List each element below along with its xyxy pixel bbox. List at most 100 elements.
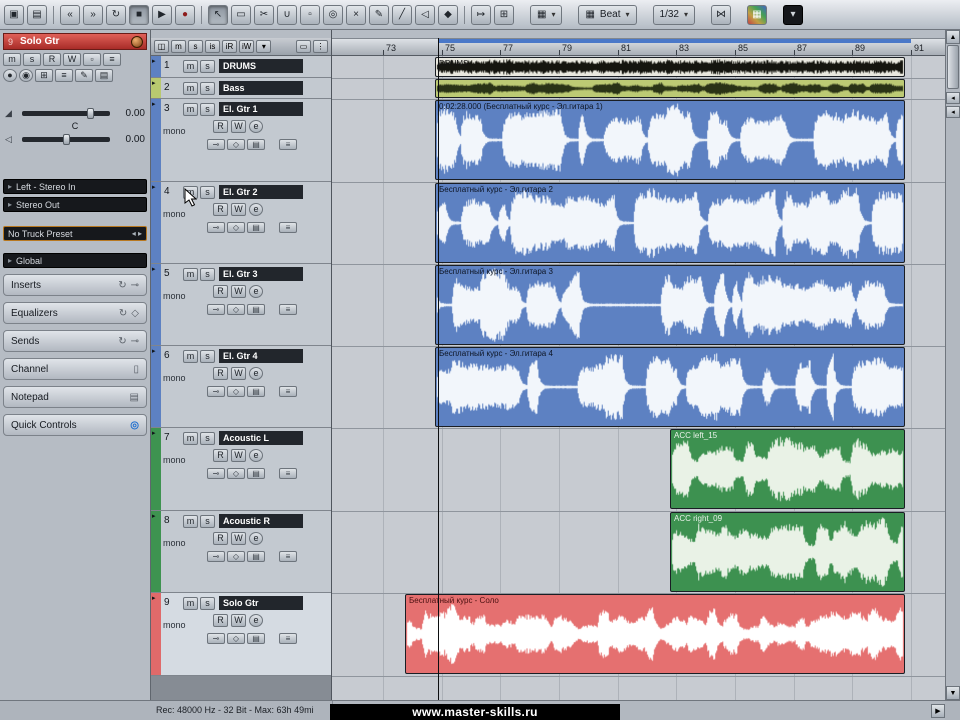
listen-all-button[interactable]: is bbox=[205, 40, 220, 53]
track-output-icon[interactable]: ⊸ bbox=[207, 551, 225, 562]
track-lane-icon[interactable]: ▤ bbox=[247, 551, 265, 562]
track-mute-button[interactable]: m bbox=[183, 349, 198, 363]
track-pan-icon[interactable]: ◇ bbox=[227, 633, 245, 644]
clip-drums[interactable]: DRUMS bbox=[435, 57, 905, 77]
track-more-icon[interactable]: ≡ bbox=[279, 139, 297, 150]
event-display[interactable]: DRUMS 0:02:28.000 (Бесплатный курс - Эл.… bbox=[332, 56, 945, 700]
track-name[interactable]: El. Gtr 3 bbox=[219, 267, 303, 281]
track-more-icon[interactable]: ≡ bbox=[279, 551, 297, 562]
clip-el-gtr-1[interactable]: 0:02:28.000 (Бесплатный курс - Эл.гитара… bbox=[435, 100, 905, 180]
track-row-el-gtr-2[interactable]: ▸ 4 mono m s El. Gtr 2 R W e ⊸ ◇ ▤ ≡ bbox=[151, 182, 331, 264]
global-settings-bar[interactable]: ▸ Global bbox=[3, 253, 147, 268]
scroll-up-icon[interactable]: ▲ bbox=[946, 30, 960, 44]
crossfade-button[interactable]: ⋈ bbox=[711, 4, 731, 25]
track-row-acoustic-r[interactable]: ▸ 8 mono m s Acoustic R R W e ⊸ ◇ ▤ ≡ bbox=[151, 511, 331, 593]
expand-arrow-icon[interactable]: ▸ bbox=[152, 183, 156, 191]
expand-arrow-icon[interactable]: ▸ bbox=[152, 429, 156, 437]
expand-arrow-icon[interactable]: ▸ bbox=[152, 594, 156, 602]
track-more-icon[interactable]: ≡ bbox=[279, 386, 297, 397]
vertical-scrollbar-thumb[interactable] bbox=[947, 45, 959, 89]
track-lane-icon[interactable]: ▤ bbox=[247, 222, 265, 233]
inspector-section-sends[interactable]: Sends ↻ ⊸ bbox=[3, 330, 147, 352]
track-pan-icon[interactable]: ◇ bbox=[227, 139, 245, 150]
draw-tool-button[interactable]: ✎ bbox=[369, 4, 389, 25]
track-read-button[interactable]: R bbox=[213, 367, 228, 380]
track-lane-icon[interactable]: ▤ bbox=[247, 139, 265, 150]
stop-button[interactable]: ■ bbox=[129, 4, 149, 25]
select-tool-button[interactable]: ↖ bbox=[208, 4, 228, 25]
quantize-select[interactable]: 1/32 ▾ bbox=[652, 4, 695, 25]
inspector-section-equalizers[interactable]: Equalizers ↻ ◇ bbox=[3, 302, 147, 324]
color-tool-button[interactable]: ◆ bbox=[438, 4, 458, 25]
track-row-drums[interactable]: ▸ 1 m s DRUMS bbox=[151, 56, 331, 78]
track-edit-button[interactable]: e bbox=[249, 449, 263, 462]
track-output-icon[interactable]: ⊸ bbox=[207, 222, 225, 233]
inspector-edit-channel-button[interactable]: ▫ bbox=[83, 53, 101, 66]
zoom-preset-icon[interactable]: ◂ bbox=[946, 92, 960, 104]
track-preset-select[interactable]: No Truck Preset ◂ ▸ bbox=[3, 226, 147, 241]
track-solo-button[interactable]: s bbox=[200, 514, 215, 528]
track-output-icon[interactable]: ⊸ bbox=[207, 468, 225, 479]
bypass-icon[interactable]: ↻ bbox=[118, 336, 126, 347]
inspector-list-button[interactable]: ≡ bbox=[55, 69, 73, 82]
tracklist-view-icon[interactable]: ▭ bbox=[296, 40, 311, 53]
clip-bass[interactable] bbox=[435, 79, 905, 98]
track-lane-icon[interactable]: ▤ bbox=[247, 468, 265, 479]
clip-acoustic-l[interactable]: ACC left_15 bbox=[670, 429, 905, 509]
track-read-button[interactable]: R bbox=[213, 120, 228, 133]
inspector-write-button[interactable]: W bbox=[63, 53, 81, 66]
toolbar-options-button[interactable]: ▾ bbox=[783, 4, 803, 25]
track-solo-button[interactable]: s bbox=[200, 596, 215, 610]
track-name[interactable]: Acoustic L bbox=[219, 431, 303, 445]
track-more-icon[interactable]: ≡ bbox=[279, 304, 297, 315]
inspector-lane-button[interactable]: ⊞ bbox=[35, 69, 53, 82]
track-mute-button[interactable]: m bbox=[183, 514, 198, 528]
output-routing-select[interactable]: ▸ Stereo Out bbox=[3, 197, 147, 212]
input-routing-select[interactable]: ▸ Left - Stereo In bbox=[3, 179, 147, 194]
track-write-button[interactable]: W bbox=[231, 120, 246, 133]
track-read-button[interactable]: R bbox=[213, 449, 228, 462]
track-edit-button[interactable]: e bbox=[249, 367, 263, 380]
inspector-solo-button[interactable]: s bbox=[23, 53, 41, 66]
track-name[interactable]: DRUMS bbox=[219, 59, 303, 73]
clip-el-gtr-4[interactable]: Бесплатный курс - Эл.гитара 4 bbox=[435, 347, 905, 427]
play-button[interactable]: ▶ bbox=[152, 4, 172, 25]
mute-tool-button[interactable]: × bbox=[346, 4, 366, 25]
track-more-icon[interactable]: ≡ bbox=[279, 633, 297, 644]
project-cursor[interactable] bbox=[438, 38, 439, 700]
track-preset-icon[interactable] bbox=[131, 36, 143, 48]
track-solo-button[interactable]: s bbox=[200, 185, 215, 199]
track-row-el-gtr-4[interactable]: ▸ 6 mono m s El. Gtr 4 R W e ⊸ ◇ ▤ ≡ bbox=[151, 346, 331, 428]
clip-acoustic-r[interactable]: ACC right_09 bbox=[670, 512, 905, 592]
record-button[interactable]: ● bbox=[175, 4, 195, 25]
expand-arrow-icon[interactable]: ▸ bbox=[152, 79, 156, 87]
track-solo-button[interactable]: s bbox=[200, 431, 215, 445]
inspector-freeze-button[interactable]: ≡ bbox=[103, 53, 121, 66]
track-read-button[interactable]: R bbox=[213, 285, 228, 298]
track-solo-button[interactable]: s bbox=[200, 102, 215, 116]
inspector-draw-button[interactable]: ✎ bbox=[75, 69, 93, 82]
track-lane-icon[interactable]: ▤ bbox=[247, 386, 265, 397]
line-tool-button[interactable]: ╱ bbox=[392, 4, 412, 25]
track-mute-button[interactable]: m bbox=[183, 596, 198, 610]
autoscroll-button[interactable]: ↦ bbox=[471, 4, 491, 25]
prev-marker-button[interactable]: « bbox=[60, 4, 80, 25]
track-read-button[interactable]: R bbox=[213, 614, 228, 627]
track-name[interactable]: Acoustic R bbox=[219, 514, 303, 528]
track-name[interactable]: Solo Gtr bbox=[219, 596, 303, 610]
track-write-button[interactable]: W bbox=[231, 449, 246, 462]
track-read-button[interactable]: R bbox=[213, 203, 228, 216]
clip-el-gtr-2[interactable]: Бесплатный курс - Эл.гитара 2 bbox=[435, 183, 905, 263]
track-output-icon[interactable]: ⊸ bbox=[207, 304, 225, 315]
erase-tool-button[interactable]: ▫ bbox=[300, 4, 320, 25]
grid-type-select[interactable]: ▦ ▾ bbox=[530, 4, 563, 25]
track-mute-button[interactable]: m bbox=[183, 267, 198, 281]
inspector-track-title[interactable]: 9 Solo Gtr bbox=[3, 33, 147, 50]
pan-fader[interactable] bbox=[22, 134, 110, 145]
track-write-button[interactable]: W bbox=[231, 614, 246, 627]
bypass-icon[interactable]: ↻ bbox=[118, 280, 126, 291]
track-edit-button[interactable]: e bbox=[249, 532, 263, 545]
setup-window-button[interactable]: ▤ bbox=[27, 4, 47, 25]
activate-project-button[interactable]: ▣ bbox=[4, 4, 24, 25]
track-solo-button[interactable]: s bbox=[200, 81, 215, 95]
